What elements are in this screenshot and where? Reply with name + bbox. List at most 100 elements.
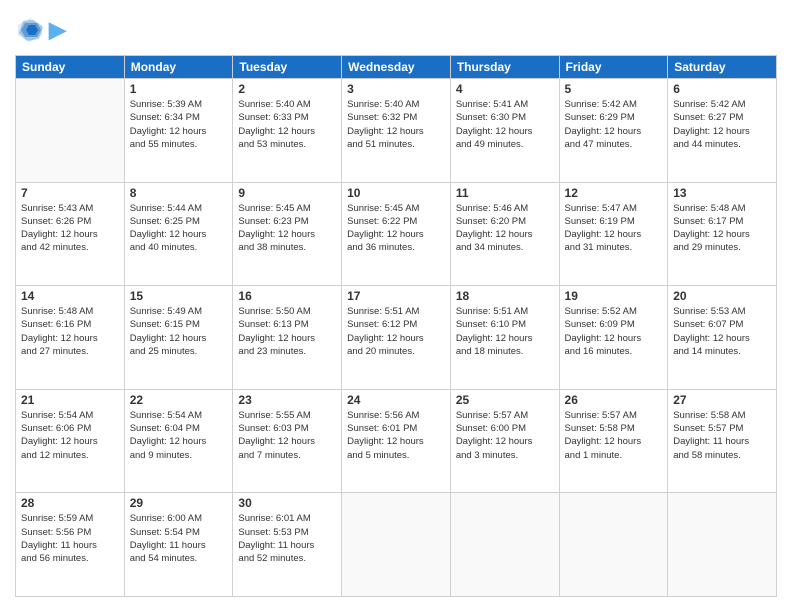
calendar-cell: 6 Sunrise: 5:42 AMSunset: 6:27 PMDaylight…: [668, 79, 777, 183]
day-number: 18: [456, 289, 554, 303]
day-info: Sunrise: 5:52 AMSunset: 6:09 PMDaylight:…: [565, 305, 663, 358]
day-number: 17: [347, 289, 445, 303]
day-number: 23: [238, 393, 336, 407]
day-number: 19: [565, 289, 663, 303]
day-info: Sunrise: 5:54 AMSunset: 6:06 PMDaylight:…: [21, 409, 119, 462]
day-number: 11: [456, 186, 554, 200]
calendar-cell: 26Sunrise: 5:57 AMSunset: 5:58 PMDayligh…: [559, 389, 668, 493]
day-info: Sunrise: 5:58 AMSunset: 5:57 PMDaylight:…: [673, 409, 771, 462]
weekday-header-sunday: Sunday: [16, 56, 125, 79]
day-number: 21: [21, 393, 119, 407]
day-info: Sunrise: 5:47 AMSunset: 6:19 PMDaylight:…: [565, 202, 663, 255]
day-number: 16: [238, 289, 336, 303]
calendar-cell: 18 Sunrise: 5:51 AMSunset: 6:10 PMDayligh…: [450, 286, 559, 390]
day-number: 15: [130, 289, 228, 303]
calendar-cell: 28Sunrise: 5:59 AMSunset: 5:56 PMDayligh…: [16, 493, 125, 597]
calendar-cell: 17 Sunrise: 5:51 AMSunset: 6:12 PMDayligh…: [342, 286, 451, 390]
day-number: 9: [238, 186, 336, 200]
day-number: 6: [673, 82, 771, 96]
calendar-cell: 29 Sunrise: 6:00 AMSunset: 5:54 PMDayligh…: [124, 493, 233, 597]
day-number: 2: [238, 82, 336, 96]
weekday-header-wednesday: Wednesday: [342, 56, 451, 79]
weekday-header-friday: Friday: [559, 56, 668, 79]
calendar-cell: 20 Sunrise: 5:53 AMSunset: 6:07 PMDayligh…: [668, 286, 777, 390]
calendar-cell: [450, 493, 559, 597]
calendar-cell: 5 Sunrise: 5:42 AMSunset: 6:29 PMDaylight…: [559, 79, 668, 183]
calendar-cell: 2 Sunrise: 5:40 AMSunset: 6:33 PMDaylight…: [233, 79, 342, 183]
day-number: 20: [673, 289, 771, 303]
day-number: 5: [565, 82, 663, 96]
day-info: Sunrise: 5:48 AMSunset: 6:16 PMDaylight:…: [21, 305, 119, 358]
calendar-cell: 12 Sunrise: 5:47 AMSunset: 6:19 PMDayligh…: [559, 182, 668, 286]
calendar-cell: 9 Sunrise: 5:45 AMSunset: 6:23 PMDaylight…: [233, 182, 342, 286]
calendar-week-row: 14 Sunrise: 5:48 AMSunset: 6:16 PMDayligh…: [16, 286, 777, 390]
day-info: Sunrise: 5:45 AMSunset: 6:23 PMDaylight:…: [238, 202, 336, 255]
calendar-week-row: 28Sunrise: 5:59 AMSunset: 5:56 PMDayligh…: [16, 493, 777, 597]
calendar-cell: 7 Sunrise: 5:43 AMSunset: 6:26 PMDaylight…: [16, 182, 125, 286]
calendar-cell: 10Sunrise: 5:45 AMSunset: 6:22 PMDayligh…: [342, 182, 451, 286]
day-info: Sunrise: 5:51 AMSunset: 6:10 PMDaylight:…: [456, 305, 554, 358]
day-info: Sunrise: 5:49 AMSunset: 6:15 PMDaylight:…: [130, 305, 228, 358]
day-number: 27: [673, 393, 771, 407]
calendar-cell: 1 Sunrise: 5:39 AMSunset: 6:34 PMDaylight…: [124, 79, 233, 183]
day-info: Sunrise: 5:43 AMSunset: 6:26 PMDaylight:…: [21, 202, 119, 255]
day-number: 14: [21, 289, 119, 303]
weekday-header-saturday: Saturday: [668, 56, 777, 79]
weekday-header-row: SundayMondayTuesdayWednesdayThursdayFrid…: [16, 56, 777, 79]
calendar-week-row: 1 Sunrise: 5:39 AMSunset: 6:34 PMDaylight…: [16, 79, 777, 183]
day-info: Sunrise: 5:40 AMSunset: 6:32 PMDaylight:…: [347, 98, 445, 151]
calendar-cell: 3 Sunrise: 5:40 AMSunset: 6:32 PMDaylight…: [342, 79, 451, 183]
day-info: Sunrise: 5:57 AMSunset: 5:58 PMDaylight:…: [565, 409, 663, 462]
day-number: 8: [130, 186, 228, 200]
day-info: Sunrise: 5:45 AMSunset: 6:22 PMDaylight:…: [347, 202, 445, 255]
day-info: Sunrise: 5:39 AMSunset: 6:34 PMDaylight:…: [130, 98, 228, 151]
calendar-cell: [16, 79, 125, 183]
calendar-cell: 13 Sunrise: 5:48 AMSunset: 6:17 PMDayligh…: [668, 182, 777, 286]
day-info: Sunrise: 5:41 AMSunset: 6:30 PMDaylight:…: [456, 98, 554, 151]
day-number: 13: [673, 186, 771, 200]
day-info: Sunrise: 6:00 AMSunset: 5:54 PMDaylight:…: [130, 512, 228, 565]
day-info: Sunrise: 6:01 AMSunset: 5:53 PMDaylight:…: [238, 512, 336, 565]
day-info: Sunrise: 5:51 AMSunset: 6:12 PMDaylight:…: [347, 305, 445, 358]
day-info: Sunrise: 5:56 AMSunset: 6:01 PMDaylight:…: [347, 409, 445, 462]
day-info: Sunrise: 5:57 AMSunset: 6:00 PMDaylight:…: [456, 409, 554, 462]
day-info: Sunrise: 5:48 AMSunset: 6:17 PMDaylight:…: [673, 202, 771, 255]
day-number: 7: [21, 186, 119, 200]
weekday-header-monday: Monday: [124, 56, 233, 79]
day-number: 22: [130, 393, 228, 407]
day-info: Sunrise: 5:59 AMSunset: 5:56 PMDaylight:…: [21, 512, 119, 565]
day-info: Sunrise: 5:50 AMSunset: 6:13 PMDaylight:…: [238, 305, 336, 358]
calendar-cell: [342, 493, 451, 597]
calendar-cell: 11Sunrise: 5:46 AMSunset: 6:20 PMDayligh…: [450, 182, 559, 286]
day-number: 3: [347, 82, 445, 96]
calendar-cell: [559, 493, 668, 597]
day-number: 12: [565, 186, 663, 200]
day-info: Sunrise: 5:42 AMSunset: 6:29 PMDaylight:…: [565, 98, 663, 151]
day-info: Sunrise: 5:44 AMSunset: 6:25 PMDaylight:…: [130, 202, 228, 255]
calendar-cell: [668, 493, 777, 597]
calendar-cell: 15 Sunrise: 5:49 AMSunset: 6:15 PMDayligh…: [124, 286, 233, 390]
day-info: Sunrise: 5:54 AMSunset: 6:04 PMDaylight:…: [130, 409, 228, 462]
logo: ▶: [15, 15, 66, 45]
day-number: 4: [456, 82, 554, 96]
day-number: 25: [456, 393, 554, 407]
day-info: Sunrise: 5:40 AMSunset: 6:33 PMDaylight:…: [238, 98, 336, 151]
calendar-cell: 4 Sunrise: 5:41 AMSunset: 6:30 PMDaylight…: [450, 79, 559, 183]
logo-icon: [15, 15, 45, 45]
calendar-week-row: 7 Sunrise: 5:43 AMSunset: 6:26 PMDaylight…: [16, 182, 777, 286]
day-info: Sunrise: 5:42 AMSunset: 6:27 PMDaylight:…: [673, 98, 771, 151]
calendar-table: SundayMondayTuesdayWednesdayThursdayFrid…: [15, 55, 777, 597]
calendar-cell: 16 Sunrise: 5:50 AMSunset: 6:13 PMDayligh…: [233, 286, 342, 390]
day-number: 30: [238, 496, 336, 510]
weekday-header-thursday: Thursday: [450, 56, 559, 79]
day-info: Sunrise: 5:55 AMSunset: 6:03 PMDaylight:…: [238, 409, 336, 462]
calendar-cell: 23 Sunrise: 5:55 AMSunset: 6:03 PMDayligh…: [233, 389, 342, 493]
calendar-cell: 22 Sunrise: 5:54 AMSunset: 6:04 PMDayligh…: [124, 389, 233, 493]
calendar-cell: 14 Sunrise: 5:48 AMSunset: 6:16 PMDayligh…: [16, 286, 125, 390]
calendar-cell: 30 Sunrise: 6:01 AMSunset: 5:53 PMDayligh…: [233, 493, 342, 597]
day-number: 29: [130, 496, 228, 510]
day-info: Sunrise: 5:53 AMSunset: 6:07 PMDaylight:…: [673, 305, 771, 358]
calendar-week-row: 21 Sunrise: 5:54 AMSunset: 6:06 PMDayligh…: [16, 389, 777, 493]
day-number: 1: [130, 82, 228, 96]
calendar-cell: 24Sunrise: 5:56 AMSunset: 6:01 PMDayligh…: [342, 389, 451, 493]
